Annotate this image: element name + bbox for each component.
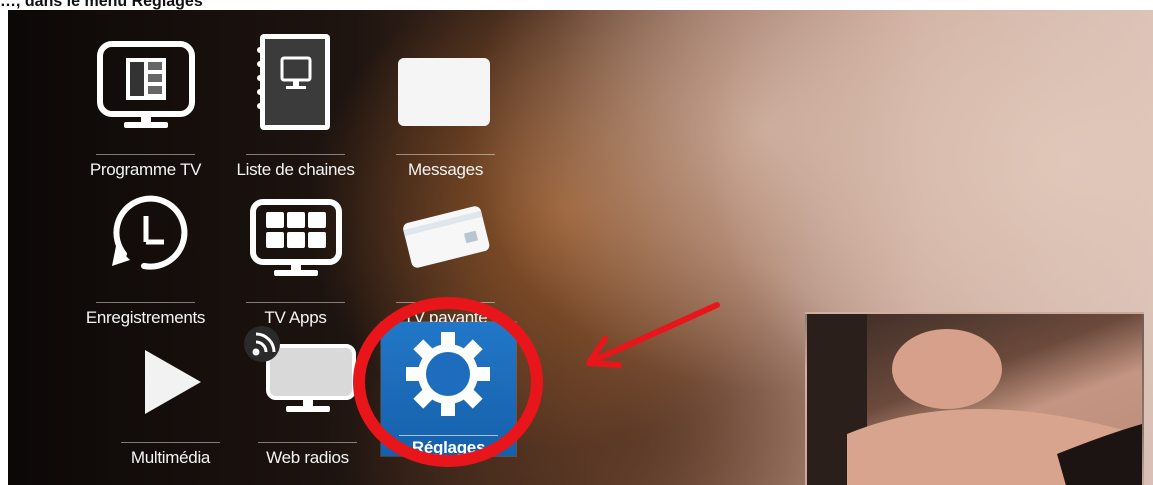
apps-grid-icon: [250, 199, 342, 276]
smart-card-icon: [403, 206, 490, 268]
web-radio-icon: [244, 326, 356, 412]
menu-tile-enregistrements[interactable]: Enregistrements: [78, 174, 213, 327]
menu-tile-reglages[interactable]: Réglages: [381, 322, 516, 457]
menu-tile-liste-chaines[interactable]: Liste de chaines: [228, 26, 363, 179]
tile-label: Réglages: [411, 438, 486, 457]
tv-screen-photo: Programme TV Liste de chaines Messages E…: [8, 10, 1153, 485]
preview-image: [807, 314, 1142, 485]
tile-divider: [396, 302, 495, 303]
tile-divider: [246, 154, 345, 155]
menu-tile-multimedia[interactable]: Multimédia: [103, 314, 238, 467]
tile-divider: [246, 302, 345, 303]
red-pointer-arrow: [586, 302, 720, 368]
menu-tile-tv-payante[interactable]: TV payante: [378, 174, 513, 327]
tile-divider: [96, 302, 195, 303]
messages-icon: [398, 58, 490, 126]
clock-recordings-icon: [112, 195, 188, 270]
tv-guide-icon: [97, 41, 195, 128]
live-tv-preview: [805, 312, 1144, 485]
menu-tile-web-radios[interactable]: Web radios: [240, 314, 375, 467]
tile-divider: [396, 154, 495, 155]
tile-divider: [258, 442, 357, 443]
tile-divider: [399, 435, 498, 436]
channel-list-icon: [257, 34, 330, 130]
menu-tile-messages[interactable]: Messages: [378, 26, 513, 179]
menu-tile-tv-apps[interactable]: TV Apps: [228, 174, 363, 327]
tile-divider: [121, 442, 220, 443]
menu-tile-programme-tv[interactable]: Programme TV: [78, 26, 213, 179]
gear-icon: [406, 332, 490, 416]
tile-divider: [96, 154, 195, 155]
play-icon: [145, 350, 201, 414]
page-caption: …, dans le menu Réglages: [0, 0, 203, 10]
